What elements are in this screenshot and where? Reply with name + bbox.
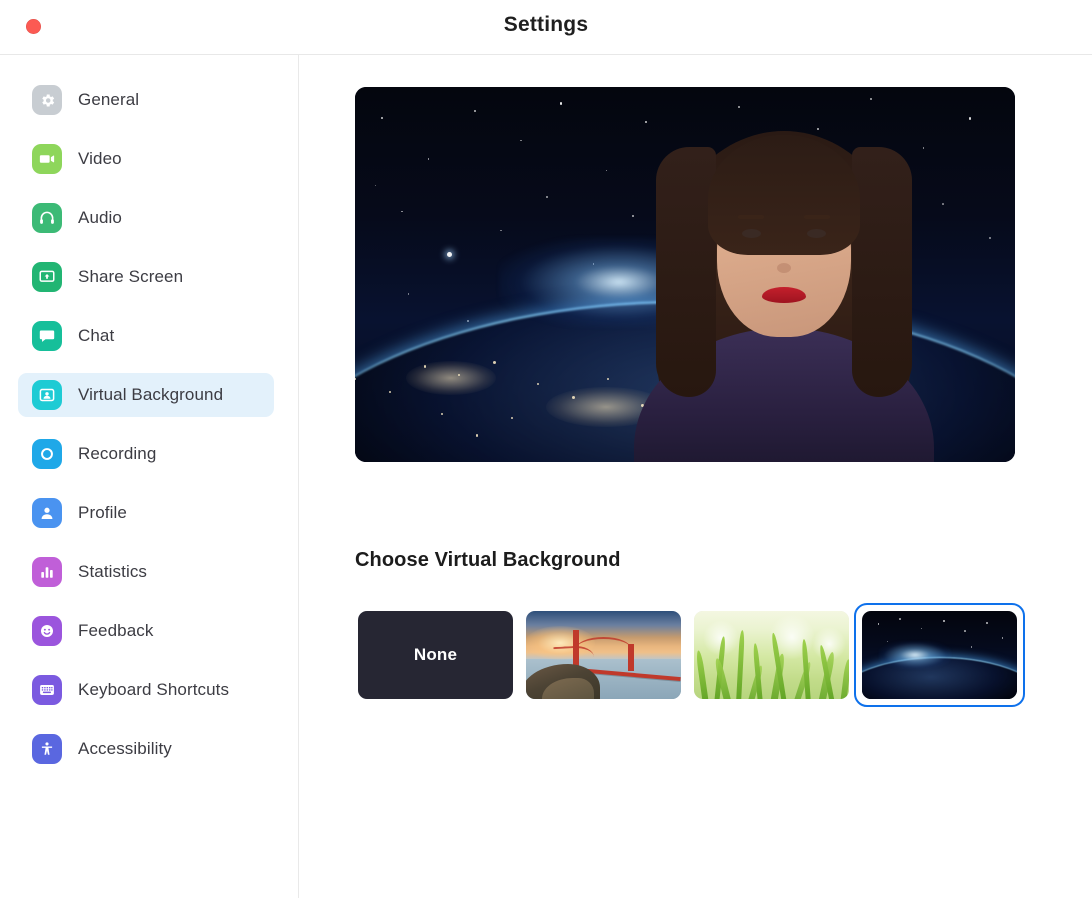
sidebar-item-chat[interactable]: Chat bbox=[18, 314, 274, 358]
window-title: Settings bbox=[503, 13, 589, 36]
virtual-background-panel: Choose Virtual Background None bbox=[300, 55, 1092, 898]
person-eye-right bbox=[807, 229, 826, 238]
person-card-icon bbox=[32, 380, 62, 410]
space-image bbox=[862, 611, 1017, 699]
sidebar-item-virtual-background[interactable]: Virtual Background bbox=[18, 373, 274, 417]
sidebar-item-label: Video bbox=[78, 149, 122, 168]
sidebar-item-label: Statistics bbox=[78, 562, 148, 581]
golden-gate-image bbox=[526, 611, 681, 699]
sidebar-item-accessibility[interactable]: Accessibility bbox=[18, 727, 274, 771]
person-hair-right bbox=[852, 147, 912, 397]
sidebar-item-label: Audio bbox=[78, 208, 122, 227]
gear-icon bbox=[32, 85, 62, 115]
share-screen-icon bbox=[32, 262, 62, 292]
background-thumb-label: None bbox=[413, 645, 458, 664]
sidebar-item-label: Share Screen bbox=[78, 267, 184, 286]
sidebar-item-label: Profile bbox=[78, 503, 127, 522]
background-thumb-grass[interactable] bbox=[694, 611, 849, 699]
sidebar-item-general[interactable]: General bbox=[18, 78, 274, 122]
sidebar-item-profile[interactable]: Profile bbox=[18, 491, 274, 535]
person-brow-right bbox=[804, 215, 830, 219]
sidebar-item-label: Feedback bbox=[78, 621, 154, 640]
sidebar-item-recording[interactable]: Recording bbox=[18, 432, 274, 476]
background-thumb-bridge[interactable] bbox=[526, 611, 681, 699]
sidebar-item-label: Keyboard Shortcuts bbox=[78, 680, 230, 699]
video-preview[interactable] bbox=[355, 87, 1015, 462]
background-thumb-none[interactable]: None bbox=[358, 611, 513, 699]
sidebar-item-label: Virtual Background bbox=[78, 385, 224, 404]
sidebar-item-share-screen[interactable]: Share Screen bbox=[18, 255, 274, 299]
background-thumb-space[interactable] bbox=[862, 611, 1017, 699]
person-eye-left bbox=[742, 229, 761, 238]
person-nose bbox=[777, 263, 791, 273]
sidebar-item-label: Recording bbox=[78, 444, 157, 463]
grass-image bbox=[694, 611, 849, 699]
preview-person bbox=[553, 87, 1015, 462]
accessibility-icon bbox=[32, 734, 62, 764]
person-hair-left bbox=[656, 147, 716, 397]
sidebar-item-statistics[interactable]: Statistics bbox=[18, 550, 274, 594]
person-hair-front bbox=[708, 135, 860, 255]
video-camera-icon bbox=[32, 144, 62, 174]
bar-chart-icon bbox=[32, 557, 62, 587]
person-lips bbox=[762, 287, 806, 303]
background-thumbnail-list: None bbox=[355, 553, 1085, 707]
chat-bubble-icon bbox=[32, 321, 62, 351]
background-options: I have a green screen ? Mirror my video bbox=[355, 845, 1085, 898]
headphones-icon bbox=[32, 203, 62, 233]
keyboard-icon bbox=[32, 675, 62, 705]
sidebar-item-label: Accessibility bbox=[78, 739, 172, 758]
settings-window: Settings General Video Audio Share Scree… bbox=[0, 0, 1092, 898]
sidebar-item-feedback[interactable]: Feedback bbox=[18, 609, 274, 653]
person-brow-left bbox=[738, 215, 764, 219]
sidebar-item-video[interactable]: Video bbox=[18, 137, 274, 181]
title-bar: Settings bbox=[0, 0, 1092, 55]
sidebar-item-keyboard-shortcuts[interactable]: Keyboard Shortcuts bbox=[18, 668, 274, 712]
sidebar-item-audio[interactable]: Audio bbox=[18, 196, 274, 240]
smiley-face-icon bbox=[32, 616, 62, 646]
record-circle-icon bbox=[32, 439, 62, 469]
person-icon bbox=[32, 498, 62, 528]
sidebar-item-label: Chat bbox=[78, 326, 115, 345]
sidebar-item-label: General bbox=[78, 90, 140, 109]
settings-sidebar: General Video Audio Share Screen Chat Vi… bbox=[0, 55, 299, 898]
